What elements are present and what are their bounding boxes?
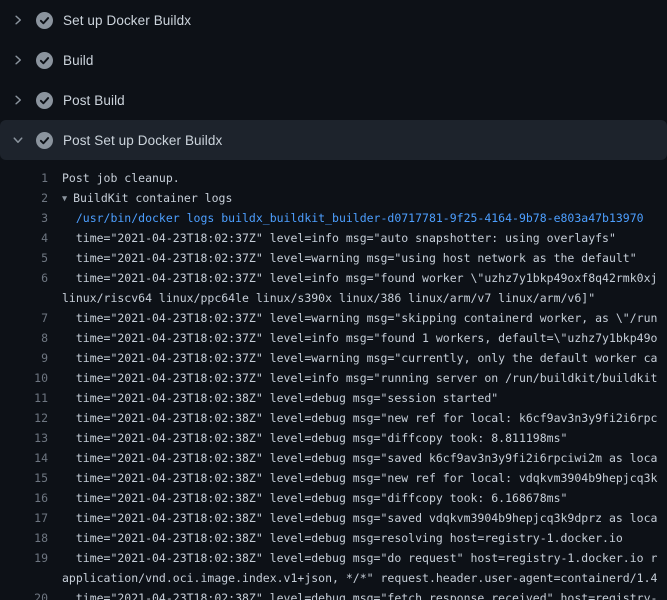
- step-set-up-docker-buildx[interactable]: Set up Docker Buildx: [0, 0, 667, 40]
- log-line: 17 time="2021-04-23T18:02:38Z" level=deb…: [0, 508, 667, 528]
- log-text: time="2021-04-23T18:02:38Z" level=debug …: [62, 588, 667, 600]
- step-post-set-up-docker-buildx[interactable]: Post Set up Docker Buildx: [0, 120, 667, 160]
- log-line: 16 time="2021-04-23T18:02:38Z" level=deb…: [0, 488, 667, 508]
- step-label: Build: [63, 53, 94, 68]
- log-text: time="2021-04-23T18:02:37Z" level=warnin…: [62, 248, 667, 268]
- step-post-build[interactable]: Post Build: [0, 80, 667, 120]
- log-text: time="2021-04-23T18:02:37Z" level=warnin…: [62, 308, 667, 328]
- log-line-number[interactable]: 2: [0, 188, 48, 208]
- log-text: time="2021-04-23T18:02:38Z" level=debug …: [62, 508, 667, 528]
- log-text: time="2021-04-23T18:02:38Z" level=debug …: [62, 408, 667, 428]
- log-line-number[interactable]: 13: [0, 428, 48, 448]
- log-line-number[interactable]: 4: [0, 228, 48, 248]
- log-line-number[interactable]: 6: [0, 268, 48, 288]
- log-line: 15 time="2021-04-23T18:02:38Z" level=deb…: [0, 468, 667, 488]
- log-line: 5 time="2021-04-23T18:02:37Z" level=warn…: [0, 248, 667, 268]
- log-line-number[interactable]: 7: [0, 308, 48, 328]
- log-text: linux/riscv64 linux/ppc64le linux/s390x …: [62, 288, 667, 308]
- chevron-right-icon: [10, 52, 26, 68]
- log-line-number[interactable]: 16: [0, 488, 48, 508]
- log-text: time="2021-04-23T18:02:37Z" level=warnin…: [62, 348, 667, 368]
- log-line-number[interactable]: 14: [0, 448, 48, 468]
- log-line-number[interactable]: 15: [0, 468, 48, 488]
- log-line: 1 Post job cleanup.: [0, 168, 667, 188]
- step-label: Post Build: [63, 93, 125, 108]
- log-text: application/vnd.oci.image.index.v1+json,…: [62, 568, 667, 588]
- log-line: 20 time="2021-04-23T18:02:38Z" level=deb…: [0, 588, 667, 600]
- log-line: 19 time="2021-04-23T18:02:38Z" level=deb…: [0, 548, 667, 568]
- log-line: 8 time="2021-04-23T18:02:37Z" level=info…: [0, 328, 667, 348]
- log-line: 14 time="2021-04-23T18:02:38Z" level=deb…: [0, 448, 667, 468]
- log-text: time="2021-04-23T18:02:38Z" level=debug …: [62, 428, 667, 448]
- expand-triangle-icon: ▼: [62, 189, 67, 208]
- log-line: 10 time="2021-04-23T18:02:37Z" level=inf…: [0, 368, 667, 388]
- log-line: 6 time="2021-04-23T18:02:37Z" level=info…: [0, 268, 667, 288]
- log-line-number: [0, 568, 48, 588]
- log-line: 13 time="2021-04-23T18:02:38Z" level=deb…: [0, 428, 667, 448]
- step-label: Set up Docker Buildx: [63, 13, 191, 28]
- step-build[interactable]: Build: [0, 40, 667, 80]
- log-line: 4 time="2021-04-23T18:02:37Z" level=info…: [0, 228, 667, 248]
- log-text: time="2021-04-23T18:02:38Z" level=debug …: [62, 468, 667, 488]
- log-line: 12 time="2021-04-23T18:02:38Z" level=deb…: [0, 408, 667, 428]
- check-circle-icon: [36, 132, 53, 149]
- log-group-label: BuildKit container logs: [73, 191, 232, 205]
- log-text: time="2021-04-23T18:02:38Z" level=debug …: [62, 388, 667, 408]
- log-line-number[interactable]: 11: [0, 388, 48, 408]
- log-line: 9 time="2021-04-23T18:02:37Z" level=warn…: [0, 348, 667, 368]
- log-text: Post job cleanup.: [62, 168, 667, 188]
- log-text: time="2021-04-23T18:02:37Z" level=info m…: [62, 228, 667, 248]
- log-line: 7 time="2021-04-23T18:02:37Z" level=warn…: [0, 308, 667, 328]
- log-line-number[interactable]: 19: [0, 548, 48, 568]
- chevron-down-icon: [10, 132, 26, 148]
- log-text: time="2021-04-23T18:02:37Z" level=info m…: [62, 328, 667, 348]
- log-line-number[interactable]: 5: [0, 248, 48, 268]
- log-line-number[interactable]: 17: [0, 508, 48, 528]
- log-line-number[interactable]: 10: [0, 368, 48, 388]
- log-command-text: /usr/bin/docker logs buildx_buildkit_bui…: [62, 208, 667, 228]
- chevron-right-icon: [10, 12, 26, 28]
- log-line: 11 time="2021-04-23T18:02:38Z" level=deb…: [0, 388, 667, 408]
- log-line-number[interactable]: 3: [0, 208, 48, 228]
- workflow-steps-list: Set up Docker Buildx Build Post Build Po…: [0, 0, 667, 600]
- log-text: time="2021-04-23T18:02:38Z" level=debug …: [62, 488, 667, 508]
- log-text: time="2021-04-23T18:02:38Z" level=debug …: [62, 448, 667, 468]
- step-label: Post Set up Docker Buildx: [63, 133, 222, 148]
- log-text: time="2021-04-23T18:02:37Z" level=info m…: [62, 368, 667, 388]
- log-group-toggle[interactable]: ▼ BuildKit container logs: [62, 188, 667, 208]
- check-circle-icon: [36, 52, 53, 69]
- log-line-number[interactable]: 1: [0, 168, 48, 188]
- log-line-continuation: application/vnd.oci.image.index.v1+json,…: [0, 568, 667, 588]
- log-line-number[interactable]: 18: [0, 528, 48, 548]
- log-line-number[interactable]: 20: [0, 588, 48, 600]
- log-line: 18 time="2021-04-23T18:02:38Z" level=deb…: [0, 528, 667, 548]
- log-text: time="2021-04-23T18:02:37Z" level=info m…: [62, 268, 667, 288]
- log-line-number[interactable]: 12: [0, 408, 48, 428]
- log-line-continuation: linux/riscv64 linux/ppc64le linux/s390x …: [0, 288, 667, 308]
- check-circle-icon: [36, 12, 53, 29]
- log-text: time="2021-04-23T18:02:38Z" level=debug …: [62, 548, 667, 568]
- check-circle-icon: [36, 92, 53, 109]
- step-log-output: 1 Post job cleanup. 2 ▼ BuildKit container l…: [0, 160, 667, 600]
- log-line-number[interactable]: 9: [0, 348, 48, 368]
- log-line: 2 ▼ BuildKit container logs: [0, 188, 667, 208]
- chevron-right-icon: [10, 92, 26, 108]
- log-text: time="2021-04-23T18:02:38Z" level=debug …: [62, 528, 667, 548]
- log-line-number[interactable]: 8: [0, 328, 48, 348]
- log-line-number: [0, 288, 48, 308]
- log-line: 3 /usr/bin/docker logs buildx_buildkit_b…: [0, 208, 667, 228]
